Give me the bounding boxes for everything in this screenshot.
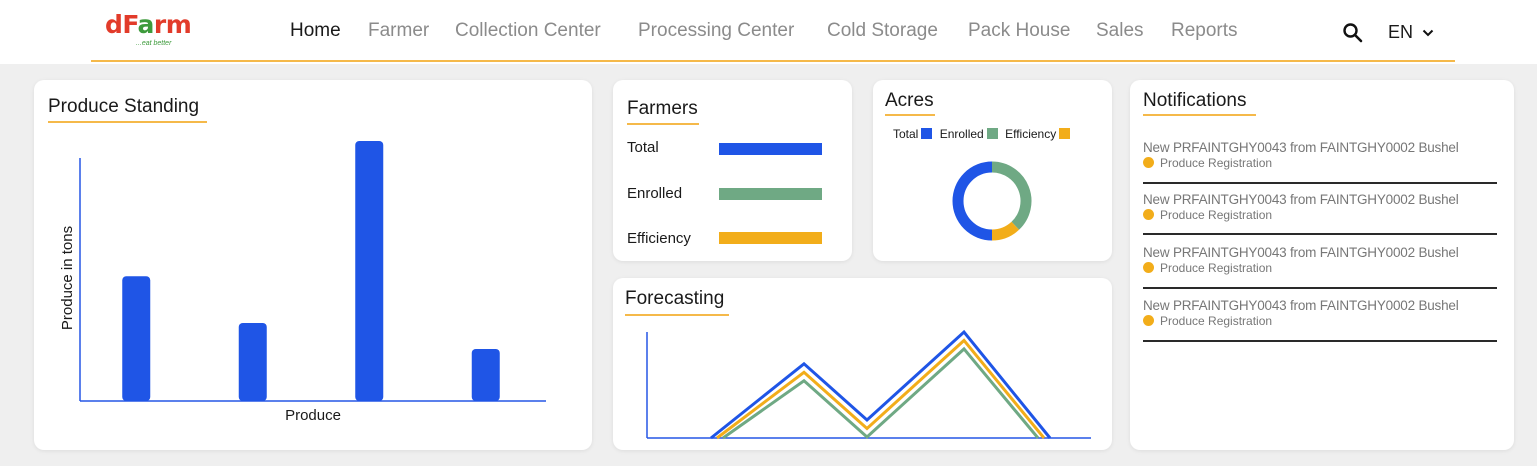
notification-item[interactable]: New PRFAINTGHY0043 from FAINTGHY0002 Bus… [1143,245,1498,275]
notification-divider [1143,287,1497,289]
notification-category: Produce Registration [1143,314,1498,328]
notification-category-label: Produce Registration [1160,261,1273,275]
notification-category: Produce Registration [1143,261,1498,275]
language-label: EN [1388,22,1414,42]
header-divider [91,60,1455,62]
nav-cold-storage[interactable]: Cold Storage [827,18,938,44]
title-underline [627,123,699,125]
top-navbar: dFarm ...eat better Home Farmer Collecti… [0,0,1537,64]
acres-card: Acres Total Enrolled Efficiency [873,80,1112,261]
search-icon [1343,23,1363,43]
donut-slice [952,161,993,241]
donut-slice [991,221,1020,241]
notifications-card: Notifications New PRFAINTGHY0043 from FA… [1130,80,1514,450]
search-button[interactable] [1342,22,1364,44]
notification-category-label: Produce Registration [1160,156,1273,170]
status-dot-icon [1143,157,1154,168]
donut-slice [991,161,1032,230]
produce-bar [122,276,151,401]
nav-home[interactable]: Home [290,18,341,44]
farmers-enrolled-bar [719,188,822,200]
logo-wordmark: dFarm [105,10,192,39]
nav-farmer[interactable]: Farmer [368,18,429,44]
acres-donut-chart [952,161,1032,241]
logo-tagline: ...eat better [136,40,172,47]
nav-reports[interactable]: Reports [1171,18,1238,44]
title-underline [1143,114,1256,116]
nav-collection-center[interactable]: Collection Center [455,18,601,44]
notification-divider [1143,182,1497,184]
notification-item[interactable]: New PRFAINTGHY0043 from FAINTGHY0002 Bus… [1143,298,1498,328]
notification-text: New PRFAINTGHY0043 from FAINTGHY0002 Bus… [1143,140,1459,155]
x-axis-label: Produce [285,407,341,424]
dfarm-logo[interactable]: dFarm ...eat better [105,10,192,48]
farmers-enrolled-label: Enrolled [627,185,683,202]
language-selector[interactable]: EN [1388,20,1434,44]
status-dot-icon [1143,262,1154,273]
produce-bar [238,323,267,401]
farmers-card: Farmers Total Enrolled Efficiency [613,80,852,261]
notification-text: New PRFAINTGHY0043 from FAINTGHY0002 Bus… [1143,192,1459,207]
notification-category: Produce Registration [1143,156,1498,170]
notification-category-label: Produce Registration [1160,314,1273,328]
card-title: Farmers [627,98,698,119]
notification-divider [1143,233,1497,235]
produce-bar-chart: Produce in tons Produce [59,141,546,424]
forecast-series-line [722,346,1040,440]
status-dot-icon [1143,209,1154,220]
notification-category: Produce Registration [1143,208,1498,222]
chevron-down-icon [1422,30,1434,37]
nav-pack-house[interactable]: Pack House [968,18,1070,44]
forecasting-line-chart [646,329,1091,440]
notification-item[interactable]: New PRFAINTGHY0043 from FAINTGHY0002 Bus… [1143,140,1498,170]
notification-divider [1143,340,1497,342]
produce-bar [355,141,384,401]
forecasting-card: Forecasting [613,278,1112,450]
farmers-efficiency-bar [719,232,822,244]
card-title: Notifications [1143,90,1247,111]
produce-standing-card: Produce Standing Produce in tons Produce [34,80,592,450]
nav-processing-center[interactable]: Processing Center [638,18,794,44]
notification-text: New PRFAINTGHY0043 from FAINTGHY0002 Bus… [1143,245,1459,260]
y-axis-label: Produce in tons [59,226,76,330]
notification-text: New PRFAINTGHY0043 from FAINTGHY0002 Bus… [1143,298,1459,313]
produce-bar [471,349,500,401]
status-dot-icon [1143,315,1154,326]
farmers-efficiency-label: Efficiency [627,230,691,247]
notification-item[interactable]: New PRFAINTGHY0043 from FAINTGHY0002 Bus… [1143,192,1498,222]
farmers-total-label: Total [627,139,659,156]
notification-category-label: Produce Registration [1160,208,1273,222]
farmers-total-bar [719,143,822,155]
nav-sales[interactable]: Sales [1096,18,1144,44]
